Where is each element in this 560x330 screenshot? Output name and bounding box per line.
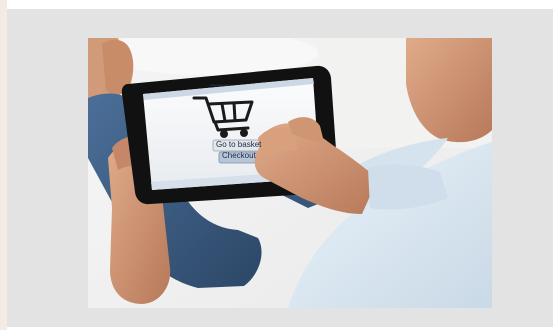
- cart-wheel-right: [240, 129, 248, 137]
- cart-wheel-left: [220, 130, 228, 138]
- shopping-photo: Shopping Cart Go to basket Checkout: [88, 38, 492, 308]
- screenshot-frame: Shopping Cart Go to basket Checkout: [0, 0, 560, 330]
- photo-illustration: [88, 38, 492, 308]
- left-edge-strip: [0, 0, 7, 330]
